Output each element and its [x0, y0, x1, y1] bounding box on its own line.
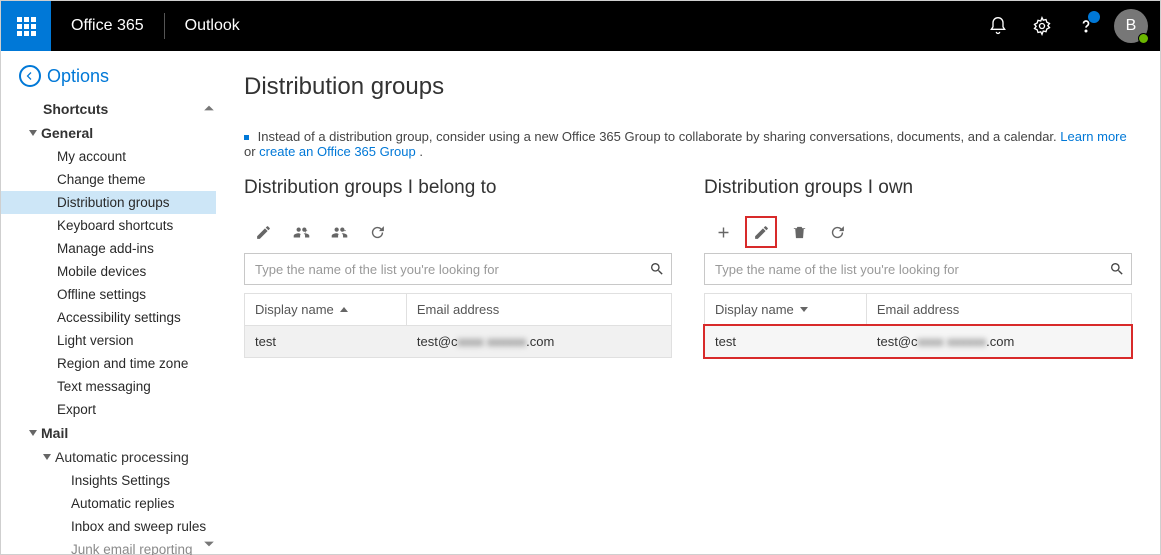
sidebar-mail[interactable]: Mail	[1, 421, 216, 445]
panel-groups-own: Distribution groups I own	[704, 177, 1132, 358]
sidebar-item-change-theme[interactable]: Change theme	[1, 168, 216, 191]
search-belong[interactable]	[244, 253, 672, 285]
top-bar: Office 365 Outlook B	[1, 1, 1160, 51]
search-own[interactable]	[704, 253, 1132, 285]
scroll-up-icon[interactable]	[202, 101, 216, 115]
refresh-icon[interactable]	[826, 221, 848, 243]
sidebar-general[interactable]: General	[1, 121, 216, 145]
edit-icon[interactable]	[750, 221, 772, 243]
sidebar-item-region-timezone[interactable]: Region and time zone	[1, 352, 216, 375]
search-icon[interactable]	[1109, 261, 1125, 277]
caret-down-icon	[29, 130, 37, 136]
back-label: Options	[47, 66, 109, 87]
caret-down-icon	[29, 430, 37, 436]
learn-more-link[interactable]: Learn more	[1060, 129, 1126, 144]
panel-groups-belong: Distribution groups I belong to	[244, 177, 672, 358]
sidebar-automatic-processing[interactable]: Automatic processing	[1, 445, 216, 469]
cell-name: test	[245, 326, 407, 357]
sort-asc-icon	[340, 307, 348, 312]
brand-label[interactable]: Office 365	[51, 17, 164, 35]
back-button[interactable]: Options	[1, 65, 216, 97]
cell-name: test	[705, 326, 867, 357]
sidebar-item-my-account[interactable]: My account	[1, 145, 216, 168]
bullet-icon	[244, 135, 249, 140]
sidebar-item-distribution-groups[interactable]: Distribution groups	[1, 191, 216, 214]
refresh-icon[interactable]	[366, 221, 388, 243]
join-group-icon[interactable]	[290, 221, 312, 243]
avatar[interactable]: B	[1114, 9, 1148, 43]
delete-icon[interactable]	[788, 221, 810, 243]
scroll-down-icon[interactable]	[202, 537, 216, 551]
search-input-belong[interactable]	[255, 262, 649, 277]
table-belong: Display name Email address test test@cxx…	[244, 293, 672, 358]
sidebar-item-accessibility-settings[interactable]: Accessibility settings	[1, 306, 216, 329]
col-header-email[interactable]: Email address	[407, 294, 671, 325]
table-row[interactable]: test test@cxxxx xxxxxx.com	[245, 326, 671, 357]
sidebar-item-text-messaging[interactable]: Text messaging	[1, 375, 216, 398]
page-title: Distribution groups	[244, 73, 1132, 101]
add-icon[interactable]	[712, 221, 734, 243]
caret-down-icon	[43, 454, 51, 460]
heading-belong: Distribution groups I belong to	[244, 177, 672, 199]
help-icon[interactable]	[1064, 1, 1108, 51]
sidebar-item-manage-addins[interactable]: Manage add-ins	[1, 237, 216, 260]
sidebar-shortcuts[interactable]: Shortcuts	[1, 97, 216, 121]
heading-own: Distribution groups I own	[704, 177, 1132, 199]
sidebar-item-inbox-sweep-rules[interactable]: Inbox and sweep rules	[1, 515, 216, 538]
sidebar-item-junk-email-reporting[interactable]: Junk email reporting	[1, 538, 216, 555]
col-header-email[interactable]: Email address	[867, 294, 1131, 325]
search-input-own[interactable]	[715, 262, 1109, 277]
content: Distribution groups Instead of a distrib…	[216, 51, 1160, 554]
sidebar-item-export[interactable]: Export	[1, 398, 216, 421]
info-tip: Instead of a distribution group, conside…	[244, 129, 1132, 159]
col-header-name[interactable]: Display name	[245, 294, 407, 325]
avatar-initial: B	[1126, 17, 1137, 35]
sidebar-item-light-version[interactable]: Light version	[1, 329, 216, 352]
sidebar-item-automatic-replies[interactable]: Automatic replies	[1, 492, 216, 515]
sidebar-item-keyboard-shortcuts[interactable]: Keyboard shortcuts	[1, 214, 216, 237]
sort-desc-icon	[800, 307, 808, 312]
cell-email: test@cxxxx xxxxxx.com	[867, 326, 1131, 357]
sidebar-item-mobile-devices[interactable]: Mobile devices	[1, 260, 216, 283]
toolbar-belong	[244, 221, 672, 243]
col-header-name[interactable]: Display name	[705, 294, 867, 325]
table-row[interactable]: test test@cxxxx xxxxxx.com	[705, 326, 1131, 357]
sidebar-item-offline-settings[interactable]: Offline settings	[1, 283, 216, 306]
notifications-icon[interactable]	[976, 1, 1020, 51]
help-badge-icon	[1088, 11, 1100, 23]
app-label[interactable]: Outlook	[165, 17, 260, 35]
settings-icon[interactable]	[1020, 1, 1064, 51]
search-icon[interactable]	[649, 261, 665, 277]
sidebar-item-insights-settings[interactable]: Insights Settings	[1, 469, 216, 492]
app-launcher-icon[interactable]	[1, 1, 51, 51]
create-group-link[interactable]: create an Office 365 Group	[259, 144, 416, 159]
leave-group-icon[interactable]	[328, 221, 350, 243]
toolbar-own	[704, 221, 1132, 243]
edit-icon[interactable]	[252, 221, 274, 243]
presence-badge-icon	[1138, 33, 1149, 44]
back-arrow-icon	[19, 65, 41, 87]
table-own: Display name Email address test test@cxx…	[704, 293, 1132, 358]
cell-email: test@cxxxx xxxxxx.com	[407, 326, 671, 357]
sidebar: Options Shortcuts General My account Cha…	[1, 51, 216, 554]
